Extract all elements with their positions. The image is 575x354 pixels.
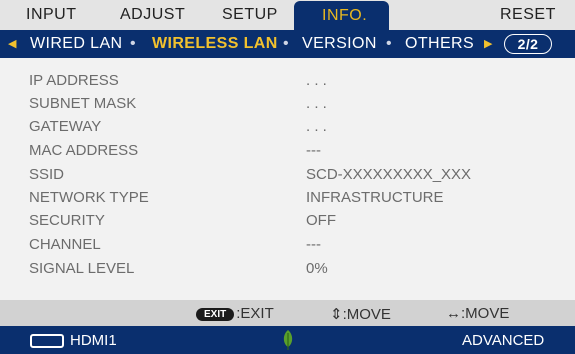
row-value: --- xyxy=(306,142,321,159)
scroll-left-arrow-icon[interactable]: ◀ xyxy=(8,37,17,50)
projector-osd: INPUT ADJUST SETUP INFO. RESET ◀ WIRED L… xyxy=(0,0,575,354)
row-value: . . . xyxy=(306,118,327,135)
list-item: NETWORK TYPE INFRASTRUCTURE xyxy=(0,189,575,213)
separator-dot: • xyxy=(130,35,137,52)
tab-input[interactable]: INPUT xyxy=(26,6,77,24)
row-label: IP ADDRESS xyxy=(29,72,119,89)
tab-setup[interactable]: SETUP xyxy=(222,6,278,24)
row-value: SCD-XXXXXXXXX_XXX xyxy=(306,166,472,183)
exit-hint-label: :EXIT xyxy=(236,305,274,322)
tab-adjust[interactable]: ADJUST xyxy=(120,6,185,24)
leaf-icon xyxy=(283,330,293,350)
row-label: SSID xyxy=(29,166,65,183)
list-item: SUBNET MASK . . . xyxy=(0,95,575,119)
status-bar: HDMI1 ADVANCED xyxy=(0,326,575,354)
row-value: INFRASTRUCTURE xyxy=(306,189,444,206)
list-item: IP ADDRESS . . . xyxy=(0,72,575,96)
exit-hint[interactable]: EXIT:EXIT xyxy=(196,305,274,322)
move-left-right-hint: ↔:MOVE xyxy=(446,305,510,322)
key-guide-bar: EXIT:EXIT ⇕:MOVE ↔:MOVE xyxy=(0,300,575,326)
row-label: MAC ADDRESS xyxy=(29,142,139,159)
row-value: . . . xyxy=(306,72,327,89)
separator-dot: • xyxy=(386,35,393,52)
row-label: SECURITY xyxy=(29,212,105,229)
row-label: GATEWAY xyxy=(29,118,102,135)
list-item: SIGNAL LEVEL 0% xyxy=(0,260,575,284)
list-item: SECURITY OFF xyxy=(0,212,575,236)
row-value: 0% xyxy=(306,260,328,277)
row-label: NETWORK TYPE xyxy=(29,189,149,206)
main-menu-bar: INPUT ADJUST SETUP INFO. RESET xyxy=(0,0,575,30)
row-value: . . . xyxy=(306,95,327,112)
tab-info[interactable]: INFO. xyxy=(294,1,390,30)
list-item: MAC ADDRESS --- xyxy=(0,142,575,166)
page-indicator: 2/2 xyxy=(504,34,552,54)
subtab-others[interactable]: OTHERS xyxy=(405,35,474,53)
input-source-label: HDMI1 xyxy=(70,332,117,349)
list-item: SSID SCD-XXXXXXXXX_XXX xyxy=(0,166,575,190)
row-label: CHANNEL xyxy=(29,236,101,253)
subtab-version[interactable]: VERSION xyxy=(302,35,377,53)
hdmi-connector-icon xyxy=(30,334,64,348)
scroll-right-arrow-icon[interactable]: ▶ xyxy=(484,37,493,50)
sub-menu-bar: ◀ WIRED LAN • WIRELESS LAN • VERSION • O… xyxy=(0,30,575,58)
row-label: SUBNET MASK xyxy=(29,95,137,112)
subtab-wireless-lan[interactable]: WIRELESS LAN xyxy=(152,35,278,53)
list-item: CHANNEL --- xyxy=(0,236,575,260)
mode-label: ADVANCED xyxy=(462,332,545,349)
tab-reset[interactable]: RESET xyxy=(500,6,556,24)
row-value: --- xyxy=(306,236,321,253)
subtab-wired-lan[interactable]: WIRED LAN xyxy=(30,35,123,53)
exit-key-icon: EXIT xyxy=(196,307,235,321)
row-label: SIGNAL LEVEL xyxy=(29,260,135,277)
separator-dot: • xyxy=(283,35,290,52)
info-list: IP ADDRESS . . . SUBNET MASK . . . GATEW… xyxy=(0,58,575,298)
move-up-down-hint: ⇕:MOVE xyxy=(330,306,391,323)
list-item: GATEWAY . . . xyxy=(0,118,575,142)
row-value: OFF xyxy=(306,212,336,229)
